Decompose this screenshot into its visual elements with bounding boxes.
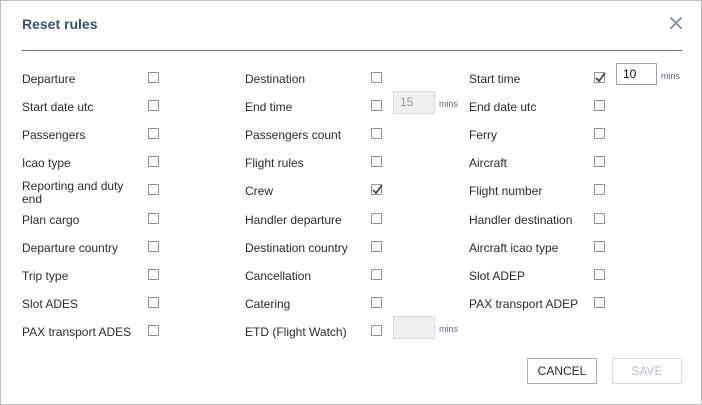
- rule-label-catering: Catering: [245, 297, 291, 311]
- rule-label-aircraft-icao-type: Aircraft icao type: [469, 241, 559, 255]
- rule-label-start-time: Start time: [469, 72, 521, 86]
- rule-checkbox-etd-flight-watch[interactable]: [371, 325, 382, 336]
- rule-label-slot-adep: Slot ADEP: [469, 269, 526, 283]
- rule-label-flight-number: Flight number: [469, 184, 543, 198]
- rule-checkbox-destination[interactable]: [371, 72, 382, 83]
- checkmark-icon: [372, 184, 383, 195]
- rule-checkbox-destination-country[interactable]: [371, 241, 382, 252]
- rule-label-slot-ades: Slot ADES: [22, 297, 79, 311]
- rule-checkbox-handler-departure[interactable]: [371, 213, 382, 224]
- save-button[interactable]: SAVE: [612, 358, 682, 384]
- cancel-button[interactable]: CANCEL: [527, 358, 597, 384]
- rule-minutes-input-end-time: 15: [393, 91, 435, 114]
- rule-checkbox-pax-transport-adep[interactable]: [594, 297, 605, 308]
- rule-checkbox-pax-transport-ades[interactable]: [148, 325, 159, 336]
- rule-label-pax-transport-adep: PAX transport ADEP: [469, 297, 579, 311]
- rule-checkbox-departure[interactable]: [148, 72, 159, 83]
- rule-label-crew: Crew: [245, 184, 274, 198]
- rule-checkbox-crew[interactable]: [371, 184, 383, 195]
- rule-checkbox-plan-cargo[interactable]: [148, 213, 159, 224]
- rule-label-pax-transport-ades: PAX transport ADES: [22, 325, 132, 339]
- title-divider: [22, 50, 682, 51]
- rule-label-cancellation: Cancellation: [245, 269, 312, 283]
- rule-label-passengers: Passengers: [22, 128, 86, 142]
- rule-checkbox-aircraft[interactable]: [594, 156, 605, 167]
- rule-label-passengers-count: Passengers count: [245, 128, 342, 142]
- rule-label-handler-destination: Handler destination: [469, 213, 573, 227]
- rule-label-ferry: Ferry: [469, 128, 497, 142]
- rule-label-trip-type: Trip type: [22, 269, 69, 283]
- rule-checkbox-reporting-duty-end[interactable]: [148, 184, 159, 195]
- rule-label-etd-flight-watch: ETD (Flight Watch): [245, 325, 347, 339]
- rule-checkbox-start-date-utc[interactable]: [148, 100, 159, 111]
- rule-minutes-unit: mins: [439, 99, 459, 109]
- rule-minutes-input-etd-flight-watch: [393, 316, 435, 339]
- rule-checkbox-aircraft-icao-type[interactable]: [594, 241, 605, 252]
- dialog-title: Reset rules: [22, 16, 98, 32]
- rule-checkbox-slot-ades[interactable]: [148, 297, 159, 308]
- reset-rules-dialog: Reset rules Departure Destination Start ti…: [0, 0, 702, 405]
- rule-checkbox-cancellation[interactable]: [371, 269, 382, 280]
- rule-label-departure-country: Departure country: [22, 241, 119, 255]
- rule-label-end-date-utc: End date utc: [469, 100, 537, 114]
- rule-checkbox-slot-adep[interactable]: [594, 269, 605, 280]
- rule-label-destination-country: Destination country: [245, 241, 348, 255]
- rule-label-handler-departure: Handler departure: [245, 213, 342, 227]
- rule-minutes-unit: mins: [661, 71, 681, 81]
- rule-checkbox-departure-country[interactable]: [148, 241, 159, 252]
- rule-label-destination: Destination: [245, 72, 306, 86]
- rule-checkbox-passengers-count[interactable]: [371, 128, 382, 139]
- rule-label-plan-cargo: Plan cargo: [22, 213, 80, 227]
- rule-label-aircraft: Aircraft: [469, 156, 508, 170]
- checkmark-icon: [595, 72, 606, 83]
- rule-checkbox-handler-destination[interactable]: [594, 213, 605, 224]
- rule-checkbox-end-time[interactable]: [371, 100, 382, 111]
- rule-label-flight-rules: Flight rules: [245, 156, 304, 170]
- rule-checkbox-passengers[interactable]: [148, 128, 159, 139]
- rule-minutes-unit: mins: [439, 324, 459, 334]
- rule-label-departure: Departure: [22, 72, 76, 86]
- rule-checkbox-start-time[interactable]: [594, 72, 606, 83]
- rule-label-start-date-utc: Start date utc: [22, 100, 94, 114]
- rule-label-reporting-duty-end: Reporting and duty end: [22, 180, 142, 206]
- rule-checkbox-catering[interactable]: [371, 297, 382, 308]
- rule-checkbox-trip-type[interactable]: [148, 269, 159, 280]
- close-icon[interactable]: [668, 15, 684, 31]
- rule-checkbox-ferry[interactable]: [594, 128, 605, 139]
- rule-label-end-time: End time: [245, 100, 293, 114]
- rule-minutes-input-start-time[interactable]: 10: [616, 63, 657, 85]
- rule-checkbox-end-date-utc[interactable]: [594, 100, 605, 111]
- rule-label-line: end: [22, 192, 43, 206]
- rule-checkbox-flight-number[interactable]: [594, 184, 605, 195]
- rule-label-icao-type: Icao type: [22, 156, 71, 170]
- rule-checkbox-flight-rules[interactable]: [371, 156, 382, 167]
- rule-checkbox-icao-type[interactable]: [148, 156, 159, 167]
